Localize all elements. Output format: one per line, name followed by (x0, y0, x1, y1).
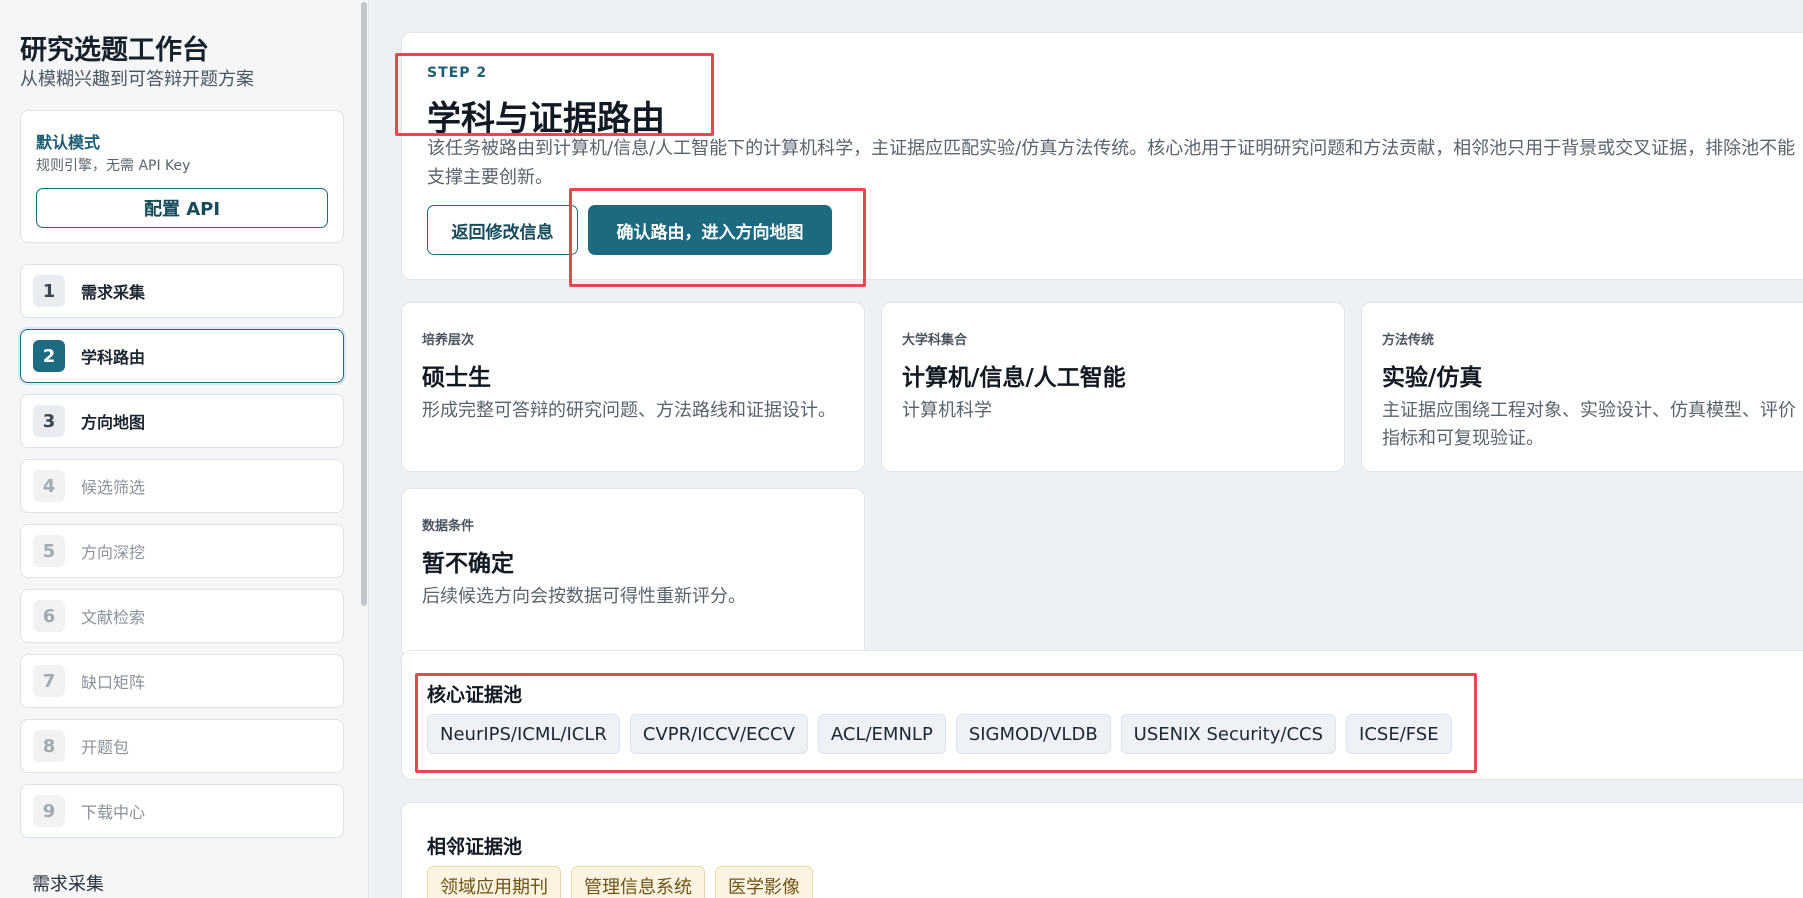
step-number: 4 (33, 470, 65, 502)
step-number: 3 (33, 405, 65, 437)
app-title: 研究选题工作台 (20, 35, 209, 66)
venue-chip: 领域应用期刊 (427, 866, 561, 898)
step-label: 候选筛选 (81, 478, 146, 497)
info-description: 形成完整可答辩的研究问题、方法路线和证据设计。 (422, 400, 836, 421)
sidebar-step-4[interactable]: 4 候选筛选 (20, 459, 344, 513)
step-label: 开题包 (81, 738, 130, 757)
config-api-button[interactable]: 配置 API (36, 188, 328, 228)
info-card-discipline: 大学科集合 计算机/信息/人工智能 计算机科学 (881, 302, 1345, 472)
step-number: 6 (33, 600, 65, 632)
venue-chip: CVPR/ICCV/ECCV (629, 714, 808, 754)
step-number: 5 (33, 535, 65, 567)
info-label: 大学科集合 (902, 333, 968, 348)
mode-card: 默认模式 规则引擎，无需 API Key 配置 API (20, 110, 344, 243)
step-label: 文献检索 (81, 608, 146, 627)
sidebar-footer-label: 需求采集 (32, 874, 104, 895)
sidebar: 研究选题工作台 从模糊兴趣到可答辩开题方案 默认模式 规则引擎，无需 API K… (0, 0, 369, 898)
venue-chip: 管理信息系统 (571, 866, 705, 898)
sidebar-step-9[interactable]: 9 下载中心 (20, 784, 344, 838)
sidebar-step-5[interactable]: 5 方向深挖 (20, 524, 344, 578)
step-label: 方向地图 (81, 413, 146, 432)
step-label: 需求采集 (81, 283, 146, 302)
core-evidence-pool: 核心证据池 NeurIPS/ICML/ICLR CVPR/ICCV/ECCV A… (401, 650, 1803, 780)
info-label: 培养层次 (422, 333, 475, 348)
page-title: 学科与证据路由 (427, 99, 665, 139)
info-label: 方法传统 (1382, 333, 1435, 348)
info-card-level: 培养层次 硕士生 形成完整可答辩的研究问题、方法路线和证据设计。 (401, 302, 865, 472)
venue-chip: SIGMOD/VLDB (955, 714, 1111, 754)
main-content: STEP 2 学科与证据路由 该任务被路由到计算机/信息/人工智能下的计算机科学… (370, 0, 1803, 898)
core-pool-chips: NeurIPS/ICML/ICLR CVPR/ICCV/ECCV ACL/EMN… (427, 714, 1452, 754)
sidebar-step-2[interactable]: 2 学科路由 (20, 329, 344, 383)
step-number: 9 (33, 795, 65, 827)
step-tag: STEP 2 (427, 65, 488, 81)
venue-chip: USENIX Security/CCS (1120, 714, 1337, 754)
route-description: 该任务被路由到计算机/信息/人工智能下的计算机科学，主证据应匹配实验/仿真方法传… (427, 138, 1796, 188)
mode-title: 默认模式 (36, 133, 101, 152)
info-description: 计算机科学 (902, 400, 992, 421)
info-value: 实验/仿真 (1382, 365, 1483, 391)
back-edit-button[interactable]: 返回修改信息 (427, 205, 578, 255)
info-description: 主证据应围绕工程对象、实验设计、仿真模型、评价指标和可复现验证。 (1382, 400, 1796, 449)
sidebar-step-7[interactable]: 7 缺口矩阵 (20, 654, 344, 708)
adjacent-pool-chips: 领域应用期刊 管理信息系统 医学影像 (427, 866, 813, 898)
step-number: 2 (33, 340, 65, 372)
step-label: 缺口矩阵 (81, 673, 146, 692)
step-number: 7 (33, 665, 65, 697)
sidebar-scrollbar[interactable] (361, 2, 367, 606)
venue-chip: ICSE/FSE (1346, 714, 1452, 754)
step-number: 8 (33, 730, 65, 762)
route-hero-card: STEP 2 学科与证据路由 该任务被路由到计算机/信息/人工智能下的计算机科学… (401, 32, 1803, 280)
sidebar-step-6[interactable]: 6 文献检索 (20, 589, 344, 643)
pool-title: 核心证据池 (427, 684, 523, 706)
sidebar-step-1[interactable]: 1 需求采集 (20, 264, 344, 318)
info-label: 数据条件 (422, 519, 475, 534)
adjacent-evidence-pool: 相邻证据池 领域应用期刊 管理信息系统 医学影像 (401, 802, 1803, 898)
sidebar-step-3[interactable]: 3 方向地图 (20, 394, 344, 448)
sidebar-step-8[interactable]: 8 开题包 (20, 719, 344, 773)
step-label: 下载中心 (81, 803, 146, 822)
info-value: 暂不确定 (422, 551, 514, 577)
step-label: 学科路由 (81, 348, 146, 367)
venue-chip: 医学影像 (715, 866, 813, 898)
info-value: 硕士生 (422, 365, 491, 391)
step-label: 方向深挖 (81, 543, 146, 562)
pool-title: 相邻证据池 (427, 836, 523, 858)
info-card-method: 方法传统 实验/仿真 主证据应围绕工程对象、实验设计、仿真模型、评价指标和可复现… (1361, 302, 1803, 472)
venue-chip: ACL/EMNLP (817, 714, 946, 754)
venue-chip: NeurIPS/ICML/ICLR (427, 714, 620, 754)
mode-description: 规则引擎，无需 API Key (36, 158, 191, 174)
step-number: 1 (33, 275, 65, 307)
info-description: 后续候选方向会按数据可得性重新评分。 (422, 586, 746, 607)
info-value: 计算机/信息/人工智能 (902, 365, 1126, 391)
confirm-route-button[interactable]: 确认路由，进入方向地图 (588, 205, 832, 255)
info-card-data: 数据条件 暂不确定 后续候选方向会按数据可得性重新评分。 (401, 488, 865, 658)
app-subtitle: 从模糊兴趣到可答辩开题方案 (20, 69, 254, 90)
